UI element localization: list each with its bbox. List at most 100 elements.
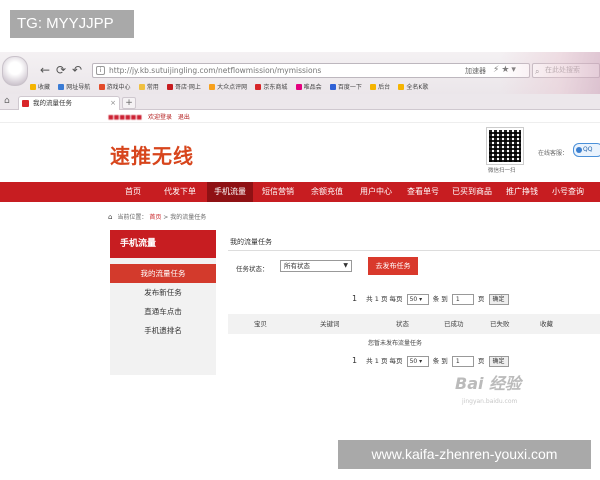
browser-screenshot: ← ⟳ ↶ i http://jy.kb.sutuijingling.com/n…	[0, 52, 600, 377]
pager-unit: 条	[432, 357, 440, 365]
bookmark-item[interactable]: 游戏中心	[98, 81, 131, 94]
nav-item-recharge[interactable]: 余额充值	[303, 182, 351, 202]
address-bar[interactable]: i http://jy.kb.sutuijingling.com/netflow…	[92, 63, 530, 78]
qr-caption: 微信扫一扫	[488, 168, 516, 174]
bookmark-item[interactable]: 后台	[370, 81, 390, 94]
nav-item-mobile-traffic[interactable]: 手机流量	[207, 182, 253, 202]
site-info-icon[interactable]: i	[96, 66, 105, 75]
column-header: 已成功	[444, 320, 464, 328]
empty-message: 您暂未发布流量任务	[368, 340, 423, 347]
favicon-icon	[22, 100, 29, 107]
accelerator-label[interactable]: 加速器	[465, 66, 486, 76]
breadcrumb-home[interactable]: 首页	[149, 214, 161, 221]
address-url[interactable]: http://jy.kb.sutuijingling.com/netflowmi…	[109, 66, 321, 75]
pager-page-unit: 页	[477, 357, 485, 365]
tab-title: 我的流量任务	[33, 99, 72, 107]
pager-total: 共 1 页	[366, 357, 388, 365]
publish-task-button[interactable]: 去发布任务	[368, 257, 418, 275]
breadcrumb-current: 我的流量任务	[170, 214, 207, 221]
bookmark-item[interactable]: 收藏	[30, 81, 50, 94]
status-select[interactable]: 所有状态 ▼	[280, 260, 352, 272]
nav-item-user-center[interactable]: 用户中心	[352, 182, 400, 202]
column-header: 已失败	[490, 320, 510, 328]
pager-goto-label: 到	[441, 357, 448, 365]
per-page-select[interactable]: 50 ▾	[406, 355, 429, 367]
pager-goto-label: 到	[441, 295, 448, 303]
main-content: 我的流量任务 任务状态： 所有状态 ▼ 去发布任务 1 共 1 页 每页 50 …	[228, 230, 600, 375]
status-select-value: 所有状态	[284, 262, 310, 270]
search-input[interactable]: ⌕ 在此处搜索	[532, 63, 600, 78]
search-placeholder: 在此处搜索	[545, 66, 580, 74]
breadcrumb-separator: >	[163, 214, 169, 221]
goto-page-input[interactable]: 1	[451, 355, 474, 367]
overlay-site-url: www.kaifa-zhenren-youxi.com	[338, 440, 591, 469]
logout-link[interactable]: 退出	[178, 114, 190, 121]
pager-unit: 条	[432, 295, 440, 303]
confirm-button[interactable]: 确定	[488, 293, 509, 305]
sidebar-item-direct-click[interactable]: 直通车点击	[110, 302, 216, 321]
close-icon[interactable]: ×	[110, 97, 116, 109]
breadcrumb: ⌂ 当前位置： 首页 > 我的流量任务	[108, 212, 206, 221]
new-tab-button[interactable]: +	[122, 97, 136, 109]
nav-item-account-lookup[interactable]: 小号查询	[546, 182, 590, 202]
per-page-select[interactable]: 50 ▾	[406, 293, 429, 305]
pager-total: 共 1 页	[366, 295, 388, 303]
overlay-tag: TG: MYYJJPP	[10, 10, 134, 38]
pager-bottom: 1 共 1 页 每页 50 ▾ 条 到 1 页 确定	[352, 355, 509, 367]
bookmark-item[interactable]: 大众点评网	[209, 81, 247, 94]
tab-bar: ⌂ 我的流量任务 × +	[0, 94, 600, 110]
service-label: 在线客服：	[538, 150, 569, 157]
pager-per-page-label: 每页	[389, 295, 403, 303]
refresh-icon[interactable]: ⟳	[54, 63, 68, 77]
bookmarks-bar: 收藏 网址导航 游戏中心 常用 哥店·网上 大众点评网 京东商城 唯品会 百度一…	[30, 81, 600, 94]
username-link[interactable]: ■■■■■■	[108, 114, 142, 121]
sidebar: 手机流量 我的流量任务 发布新任务 直通车点击 手机遗排名	[110, 230, 216, 375]
status-label: 任务状态：	[236, 265, 269, 273]
page-title: 我的流量任务	[230, 238, 272, 246]
pager-page-unit: 页	[477, 295, 485, 303]
column-header: 关键词	[320, 320, 340, 328]
sidebar-item-ranking[interactable]: 手机遗排名	[110, 321, 216, 340]
qq-button[interactable]: QQ	[573, 143, 600, 157]
nav-item-home[interactable]: 首页	[112, 182, 154, 202]
star-icon[interactable]: ⚡★▾	[493, 65, 518, 75]
column-header: 状态	[396, 320, 409, 328]
sidebar-title: 手机流量	[110, 230, 216, 258]
bookmark-item[interactable]: 全名K歌	[398, 81, 428, 94]
sidebar-item-my-tasks[interactable]: 我的流量任务	[110, 264, 216, 283]
tab-my-traffic-tasks[interactable]: 我的流量任务 ×	[18, 96, 120, 110]
nav-item-order[interactable]: 代发下单	[155, 182, 205, 202]
avatar[interactable]	[2, 56, 28, 86]
bookmark-item[interactable]: 哥店·网上	[167, 81, 201, 94]
home-icon[interactable]: ⌂	[4, 96, 10, 106]
site-topbar: ■■■■■■ 欢迎登录 退出	[0, 110, 600, 123]
bookmark-item[interactable]: 网址导航	[58, 81, 90, 94]
undo-icon[interactable]: ↶	[70, 63, 84, 77]
browser-toolbar: ← ⟳ ↶ i http://jy.kb.sutuijingling.com/n…	[0, 52, 600, 94]
pager-top: 1 共 1 页 每页 50 ▾ 条 到 1 页 确定	[352, 293, 509, 305]
home-icon: ⌂	[108, 213, 113, 221]
goto-page-input[interactable]: 1	[451, 293, 474, 305]
qr-code	[486, 127, 524, 165]
nav-item-sms[interactable]: 短信营销	[254, 182, 302, 202]
breadcrumb-prefix: 当前位置：	[117, 214, 148, 221]
nav-item-purchased[interactable]: 已买到商品	[446, 182, 498, 202]
sidebar-item-new-task[interactable]: 发布新任务	[110, 283, 216, 302]
bookmark-item[interactable]: 京东商城	[255, 81, 287, 94]
column-header: 收藏	[540, 320, 553, 328]
bookmark-item[interactable]: 百度一下	[329, 81, 362, 94]
chevron-down-icon: ▼	[343, 262, 348, 269]
nav-item-tracking[interactable]: 查看单号	[401, 182, 445, 202]
nav-item-promote[interactable]: 推广挣钱	[499, 182, 545, 202]
search-icon: ⌕	[535, 67, 540, 76]
main-nav: 首页 代发下单 手机流量 短信营销 余额充值 用户中心 查看单号 已买到商品 推…	[0, 182, 600, 202]
bookmark-item[interactable]: 唯品会	[295, 81, 322, 94]
back-icon[interactable]: ←	[38, 63, 52, 77]
divider	[228, 250, 600, 251]
site-logo[interactable]: 速推无线	[110, 140, 194, 169]
confirm-button[interactable]: 确定	[488, 355, 509, 367]
pager-current-page: 1	[352, 294, 358, 303]
welcome-link[interactable]: 欢迎登录	[148, 114, 172, 121]
bookmark-item[interactable]: 常用	[138, 81, 159, 94]
column-header: 宝贝	[254, 320, 267, 328]
